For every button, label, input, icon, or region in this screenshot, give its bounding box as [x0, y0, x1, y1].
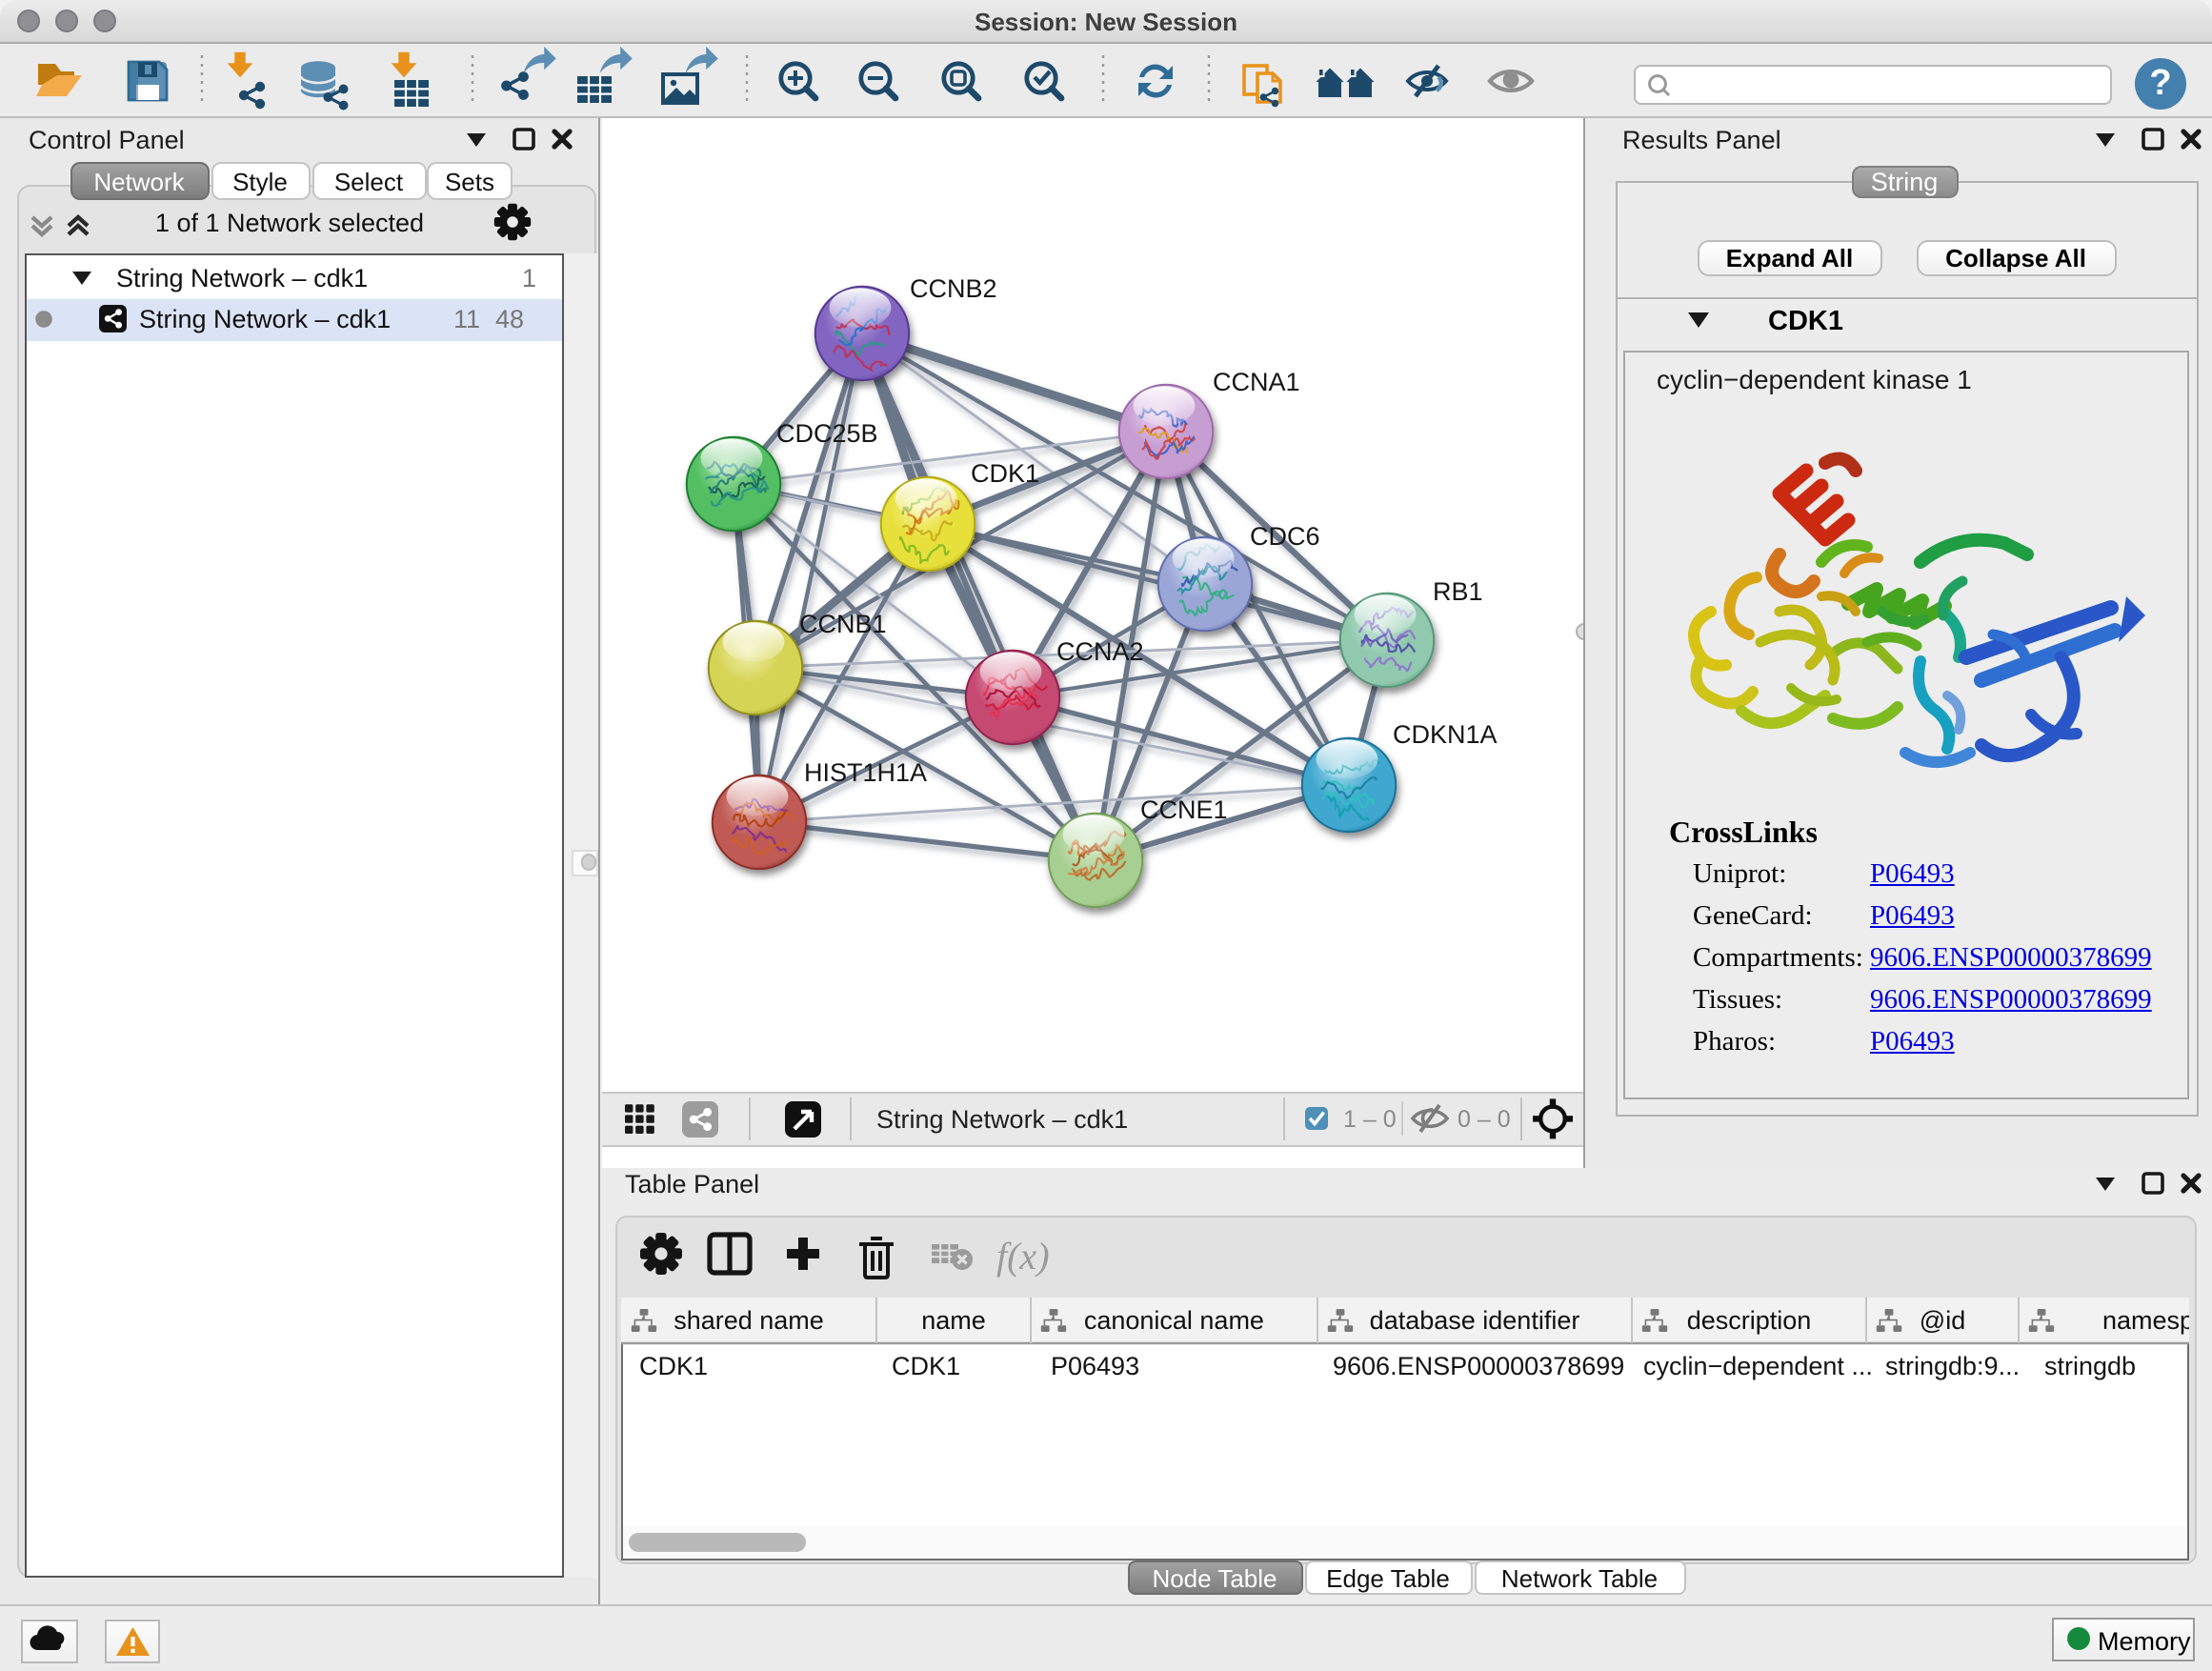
svg-text:shared name: shared name: [673, 1305, 823, 1334]
svg-text:CDC25B: CDC25B: [775, 418, 877, 447]
svg-text:stringdb: stringdb: [2043, 1351, 2135, 1379]
svg-text:database identifier: database identifier: [1369, 1305, 1579, 1334]
svg-text:CCNB1: CCNB1: [798, 609, 886, 637]
svg-text:?: ?: [2149, 62, 2171, 102]
svg-text:namespace: namespace: [2101, 1305, 2188, 1334]
svg-text:1 – 0: 1 – 0: [1342, 1106, 1396, 1133]
svg-text:CDC6: CDC6: [1249, 521, 1319, 550]
svg-text:P06493: P06493: [1050, 1351, 1138, 1379]
svg-text:name: name: [920, 1305, 985, 1334]
svg-text:RB1: RB1: [1432, 576, 1482, 605]
svg-text:HIST1H1A: HIST1H1A: [803, 757, 926, 786]
svg-text:9606.ENSP00000378699: 9606.ENSP00000378699: [1332, 1351, 1623, 1379]
svg-text:@id: @id: [1919, 1305, 1964, 1334]
svg-text:stringdb:9...: stringdb:9...: [1884, 1351, 2019, 1379]
svg-text:CCNE1: CCNE1: [1139, 795, 1227, 823]
svg-text:CDK1: CDK1: [638, 1351, 707, 1379]
svg-text:f(x): f(x): [995, 1235, 1049, 1278]
svg-text:String Network – cdk1: String Network – cdk1: [139, 305, 391, 333]
svg-text:CCNB2: CCNB2: [909, 273, 996, 302]
svg-text:CCNA1: CCNA1: [1212, 367, 1299, 395]
svg-text:11: 11: [453, 305, 480, 333]
svg-text:description: description: [1686, 1305, 1811, 1334]
svg-text:canonical name: canonical name: [1083, 1305, 1263, 1334]
svg-text:48: 48: [495, 305, 524, 333]
svg-text:CCNA2: CCNA2: [1056, 636, 1143, 665]
svg-text:CDK1: CDK1: [970, 458, 1038, 487]
svg-text:String Network – cdk1: String Network – cdk1: [875, 1105, 1127, 1134]
svg-text:cyclin−dependent ...: cyclin−dependent ...: [1642, 1351, 1872, 1379]
svg-text:CDK1: CDK1: [891, 1351, 959, 1379]
svg-text:String Network – cdk1: String Network – cdk1: [116, 264, 368, 292]
svg-text:0 – 0: 0 – 0: [1457, 1106, 1510, 1133]
svg-text:1 of 1 Network selected: 1 of 1 Network selected: [155, 209, 424, 237]
svg-text:CDKN1A: CDKN1A: [1392, 719, 1497, 748]
svg-text:1: 1: [522, 264, 536, 292]
